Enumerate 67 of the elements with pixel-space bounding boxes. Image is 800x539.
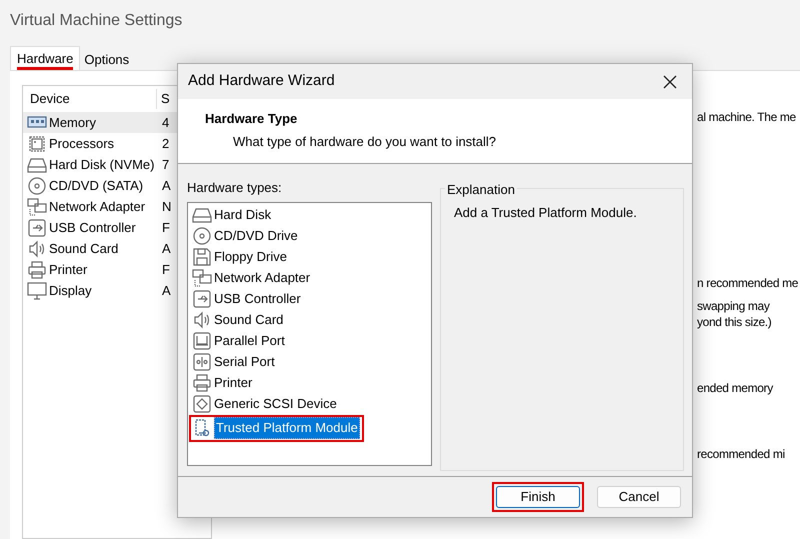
- description-text: swapping may: [697, 298, 771, 314]
- hardware-type-item[interactable]: Trusted Platform Module: [214, 417, 360, 439]
- column-header: Device: [23, 89, 157, 109]
- port-icon: [192, 331, 212, 351]
- device-name: Memory: [49, 114, 96, 132]
- tab[interactable]: Hardware: [10, 46, 80, 70]
- device-summary: F: [161, 260, 170, 279]
- device-summary: A: [161, 282, 171, 300]
- device-row[interactable]: USB Controller F: [23, 217, 211, 238]
- network-icon: [192, 268, 212, 288]
- hardware-type-item[interactable]: Sound Card: [214, 310, 284, 330]
- description-text: recommended mi: [697, 446, 786, 462]
- disc-icon: [192, 226, 212, 246]
- hardware-type-item[interactable]: USB Controller: [214, 289, 301, 309]
- speaker-icon: [27, 238, 47, 258]
- device-summary: 4: [161, 114, 170, 132]
- hardware-type-item[interactable]: Printer: [214, 373, 252, 393]
- device-summary: N: [161, 198, 172, 216]
- hardware-type-item[interactable]: Floppy Drive: [214, 247, 287, 267]
- device-row[interactable]: Printer F: [23, 259, 211, 280]
- device-name: Network Adapter: [49, 198, 146, 216]
- printer-icon: [27, 260, 47, 280]
- window-title: Virtual Machine Settings: [10, 11, 182, 31]
- usb-icon: [27, 218, 47, 238]
- hardware-type-item[interactable]: Network Adapter: [214, 268, 310, 288]
- printer-icon: [192, 373, 212, 393]
- device-name: Sound Card: [49, 240, 118, 258]
- hardware-type-item[interactable]: Serial Port: [214, 352, 275, 372]
- processor-chip-icon: [27, 134, 47, 154]
- device-summary: F: [161, 218, 170, 237]
- dialog-button[interactable]: Cancel: [597, 486, 681, 508]
- close-icon: [663, 74, 677, 88]
- network-icon: [27, 196, 47, 216]
- step-subtitle: What type of hardware do you want to install?: [232, 132, 498, 151]
- explanation-text: Add a Trusted Platform Module.: [454, 205, 637, 220]
- device-name: Processors: [49, 134, 114, 153]
- device-row[interactable]: Display A: [23, 280, 211, 301]
- device-name: Hard Disk (NVMe): [49, 156, 154, 174]
- disc-icon: [27, 176, 47, 196]
- dialog-button[interactable]: Finish: [496, 486, 580, 508]
- device-name: Printer: [49, 260, 88, 279]
- usb-icon: [192, 289, 212, 309]
- device-name: Display: [49, 282, 92, 300]
- device-summary: 2: [161, 134, 170, 153]
- speaker-icon: [192, 310, 212, 330]
- serial-port-icon: [192, 352, 212, 372]
- dialog-title: Add Hardware Wizard: [188, 71, 335, 92]
- hardware-type-item[interactable]: Parallel Port: [214, 331, 285, 351]
- hardware-type-item[interactable]: CD/DVD Drive: [214, 226, 298, 246]
- device-row[interactable]: Network Adapter N: [23, 196, 211, 217]
- description-text: yond this size.): [697, 314, 772, 330]
- device-row[interactable]: Processors 2: [23, 133, 211, 154]
- device-row[interactable]: Hard Disk (NVMe) 7: [23, 154, 211, 175]
- description-text: al machine. The me: [697, 109, 797, 125]
- device-summary: A: [161, 240, 171, 258]
- column-header: S: [160, 90, 170, 108]
- monitor-icon: [27, 280, 47, 300]
- hardware-type-item[interactable]: Generic SCSI Device: [214, 394, 337, 414]
- device-name: CD/DVD (SATA): [49, 176, 144, 195]
- device-summary: A: [161, 176, 171, 195]
- description-text: n recommended me: [697, 275, 798, 291]
- description-text: ended memory: [697, 380, 774, 396]
- device-summary: 7: [161, 156, 170, 174]
- device-row[interactable]: Sound Card A: [23, 238, 211, 259]
- hardware-type-item[interactable]: Hard Disk: [214, 205, 272, 225]
- list-label: Hardware types:: [187, 179, 283, 197]
- device-name: USB Controller: [49, 218, 136, 237]
